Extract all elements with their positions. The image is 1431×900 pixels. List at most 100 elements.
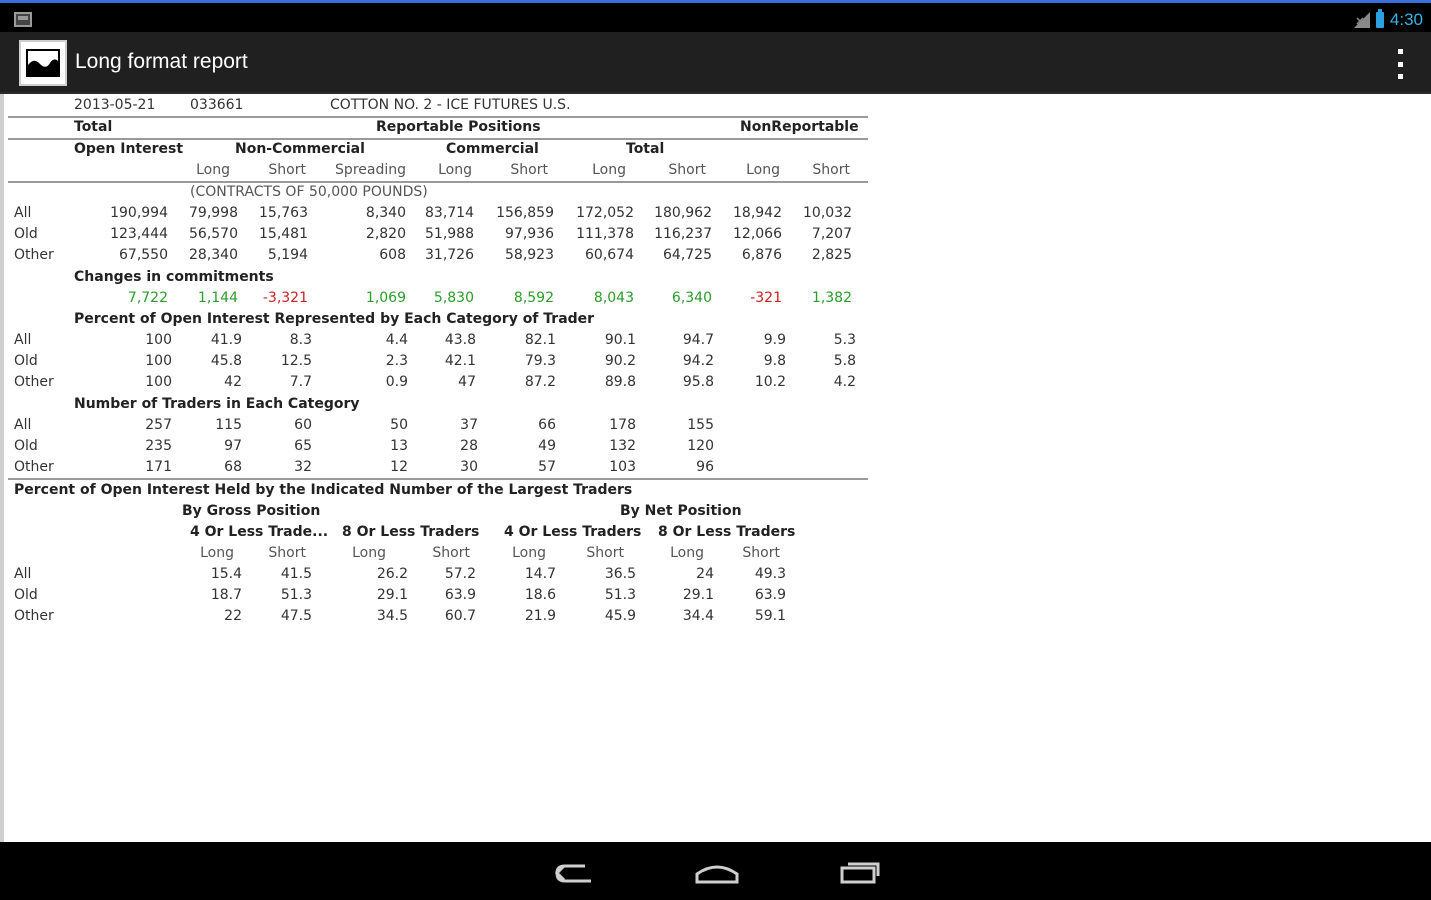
cell: 87.2 <box>524 374 556 390</box>
cell: 12 <box>390 459 408 475</box>
cell: 24 <box>696 566 714 582</box>
col-header: Long <box>200 545 234 561</box>
col-header: Short <box>742 545 780 561</box>
header-non-commercial: Non-Commercial <box>235 141 365 157</box>
col-header: Spreading <box>335 162 406 178</box>
cell: 96 <box>696 459 714 475</box>
cell: 5.3 <box>833 332 856 348</box>
cell: 608 <box>379 247 406 263</box>
cell: 21.9 <box>524 608 556 624</box>
cell: 1,144 <box>197 290 238 306</box>
cell: 15.4 <box>210 566 242 582</box>
cell: 36.5 <box>604 566 636 582</box>
cell: 68 <box>224 459 242 475</box>
table-row-percent-old: Old 100 45.8 12.5 2.3 42.1 79.3 90.2 94.… <box>4 351 904 372</box>
cell: 79.3 <box>524 353 556 369</box>
app-image-icon[interactable] <box>19 40 67 86</box>
largest-subgroup-row: 4 Or Less Trade... 8 Or Less Traders 4 O… <box>4 522 904 543</box>
section-title-percent: Percent of Open Interest Represented by … <box>4 309 904 330</box>
cell: 42.1 <box>444 353 476 369</box>
cell: 14.7 <box>524 566 556 582</box>
table-row-positions-all: All 190,994 79,998 15,763 8,340 83,714 1… <box>4 203 904 224</box>
row-label: Other <box>14 374 54 390</box>
cell: 51.3 <box>280 587 312 603</box>
cell: 8,340 <box>365 205 406 221</box>
cell: 115 <box>215 417 242 433</box>
cell: 2,820 <box>365 226 406 242</box>
cell: 100 <box>145 374 172 390</box>
status-icons: 4:30 <box>1353 9 1423 31</box>
header-row-1: Total Reportable Positions NonReportable <box>4 117 904 138</box>
cell: 41.9 <box>210 332 242 348</box>
cell: 123,444 <box>110 226 168 242</box>
cell: 4.2 <box>833 374 856 390</box>
report-code: 033661 <box>190 97 244 113</box>
table-row-traders-all: All 257 115 60 50 37 66 178 155 <box>4 415 904 436</box>
row-label: All <box>14 205 32 221</box>
row-label: Old <box>14 226 38 242</box>
table-row-percent-all: All 100 41.9 8.3 4.4 43.8 82.1 90.1 94.7… <box>4 330 904 351</box>
cell: 89.8 <box>604 374 636 390</box>
cell: 8.3 <box>289 332 312 348</box>
cell: 60 <box>294 417 312 433</box>
cell: 18.6 <box>524 587 556 603</box>
cell: 172,052 <box>576 205 634 221</box>
cell: 94.2 <box>682 353 714 369</box>
home-icon[interactable] <box>687 852 747 892</box>
row-label: Other <box>14 247 54 263</box>
col-header: Short <box>586 545 624 561</box>
header-nonreportable: NonReportable <box>740 119 859 135</box>
cell: 1,382 <box>811 290 852 306</box>
table-row-traders-other: Other 171 68 32 12 30 57 103 96 <box>4 457 904 478</box>
cell: 155 <box>687 417 714 433</box>
col-header: Long <box>352 545 386 561</box>
cell: 10,032 <box>803 205 852 221</box>
section-title-changes: Changes in commitments <box>4 267 904 288</box>
cell: 7,207 <box>811 226 852 242</box>
cell: 9.8 <box>763 353 786 369</box>
page-title: Long format report <box>75 50 248 73</box>
cell: 0.9 <box>385 374 408 390</box>
cell: 64,725 <box>663 247 712 263</box>
header-by-gross: By Gross Position <box>182 503 321 519</box>
cell: 26.2 <box>376 566 408 582</box>
navigation-bar <box>0 842 1431 900</box>
recent-apps-icon[interactable] <box>830 852 890 892</box>
cell: 63.9 <box>444 587 476 603</box>
header-open-interest: Open Interest <box>74 141 184 157</box>
header-by-net: By Net Position <box>620 503 742 519</box>
header-commercial: Commercial <box>446 141 539 157</box>
cell: 41.5 <box>280 566 312 582</box>
cell: -321 <box>750 290 782 306</box>
table-row-traders-old: Old 235 97 65 13 28 49 132 120 <box>4 436 904 457</box>
cell: 50 <box>390 417 408 433</box>
cell: 42 <box>224 374 242 390</box>
cell: 90.2 <box>604 353 636 369</box>
back-icon[interactable] <box>545 852 605 892</box>
col-header: Short <box>432 545 470 561</box>
cell: 180,962 <box>654 205 712 221</box>
cell: 178 <box>609 417 636 433</box>
row-label: All <box>14 332 32 348</box>
cell: 97 <box>224 438 242 454</box>
notification-image-icon <box>14 12 32 27</box>
overflow-menu-icon[interactable] <box>1395 49 1405 79</box>
units-label: (CONTRACTS OF 50,000 POUNDS) <box>190 184 428 200</box>
row-label: Old <box>14 438 38 454</box>
cell: 30 <box>460 459 478 475</box>
cell: 28,340 <box>189 247 238 263</box>
status-time: 4:30 <box>1389 10 1423 29</box>
cell: 63.9 <box>754 587 786 603</box>
cell: 111,378 <box>576 226 634 242</box>
report-header-row: 2013-05-21 033661 COTTON NO. 2 - ICE FUT… <box>4 95 904 116</box>
cell: 34.5 <box>376 608 408 624</box>
largest-cols-row: Long Short Long Short Long Short Long Sh… <box>4 543 904 564</box>
col-header: Short <box>268 162 306 178</box>
header-total: Total <box>74 119 113 135</box>
section-title: Number of Traders in Each Category <box>74 396 360 412</box>
cell: 7.7 <box>289 374 312 390</box>
col-header: Short <box>510 162 548 178</box>
cell: 6,340 <box>671 290 712 306</box>
cell: 190,994 <box>110 205 168 221</box>
table-row-changes: 7,722 1,144 -3,321 1,069 5,830 8,592 8,0… <box>4 288 904 309</box>
